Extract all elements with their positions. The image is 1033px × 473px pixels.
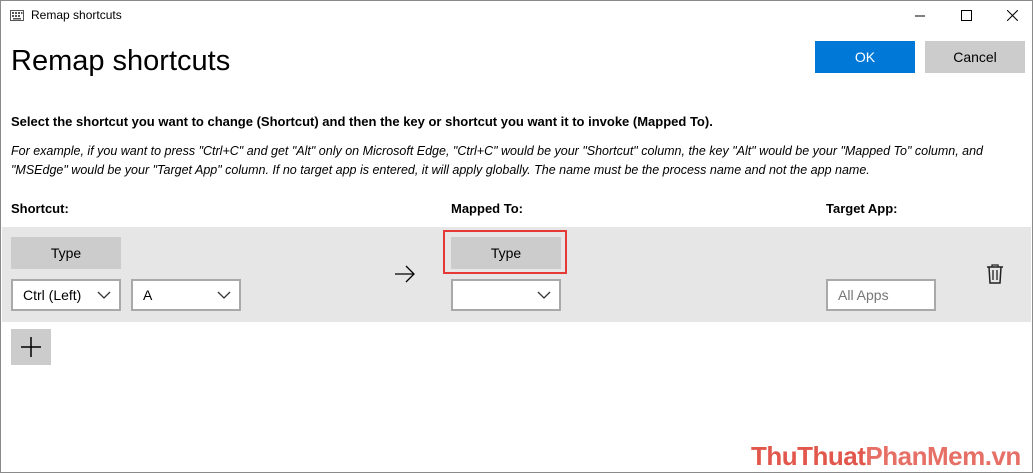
chevron-down-icon — [217, 291, 231, 299]
trash-icon[interactable] — [986, 263, 1004, 285]
plus-icon — [21, 337, 41, 357]
instruction-text: Select the shortcut you want to change (… — [11, 114, 713, 129]
watermark: ThuThuatPhanMem.vn — [751, 441, 1021, 472]
modifier-value: Ctrl (Left) — [23, 287, 82, 303]
ok-button[interactable]: OK — [815, 41, 915, 73]
close-button[interactable] — [989, 1, 1033, 31]
target-app-placeholder: All Apps — [838, 287, 889, 303]
key-dropdown[interactable]: A — [131, 279, 241, 311]
shortcut-type-button[interactable]: Type — [11, 237, 121, 269]
keyboard-icon — [10, 10, 24, 21]
chevron-down-icon — [97, 291, 111, 299]
modifier-dropdown[interactable]: Ctrl (Left) — [11, 279, 121, 311]
shortcut-column-header: Shortcut: — [11, 201, 69, 216]
watermark-part-1: ThuThuat — [751, 441, 866, 471]
key-value: A — [143, 287, 153, 303]
minimize-icon — [915, 15, 925, 17]
title-bar: Remap shortcuts — [1, 1, 1032, 31]
watermark-part-3: .vn — [984, 441, 1022, 471]
page-title: Remap shortcuts — [11, 45, 231, 77]
close-icon — [1007, 10, 1018, 21]
target-app-input[interactable]: All Apps — [826, 279, 936, 311]
target-app-column-header: Target App: — [826, 201, 898, 216]
highlight-box — [443, 230, 567, 274]
minimize-button[interactable] — [897, 1, 943, 31]
maximize-button[interactable] — [943, 1, 989, 31]
watermark-part-2: PhanMem — [865, 441, 985, 471]
chevron-down-icon — [537, 291, 551, 299]
mapped-key-dropdown[interactable] — [451, 279, 561, 311]
example-text: For example, if you want to press "Ctrl+… — [11, 144, 983, 177]
add-remap-button[interactable] — [11, 329, 51, 365]
mapped-to-column-header: Mapped To: — [451, 201, 523, 216]
remap-shortcuts-window: Remap shortcuts Remap shortcuts OK Cance… — [0, 0, 1033, 473]
cancel-button[interactable]: Cancel — [925, 41, 1025, 73]
arrow-right-icon — [395, 265, 415, 283]
window-title: Remap shortcuts — [31, 8, 122, 22]
maximize-icon — [961, 10, 972, 21]
